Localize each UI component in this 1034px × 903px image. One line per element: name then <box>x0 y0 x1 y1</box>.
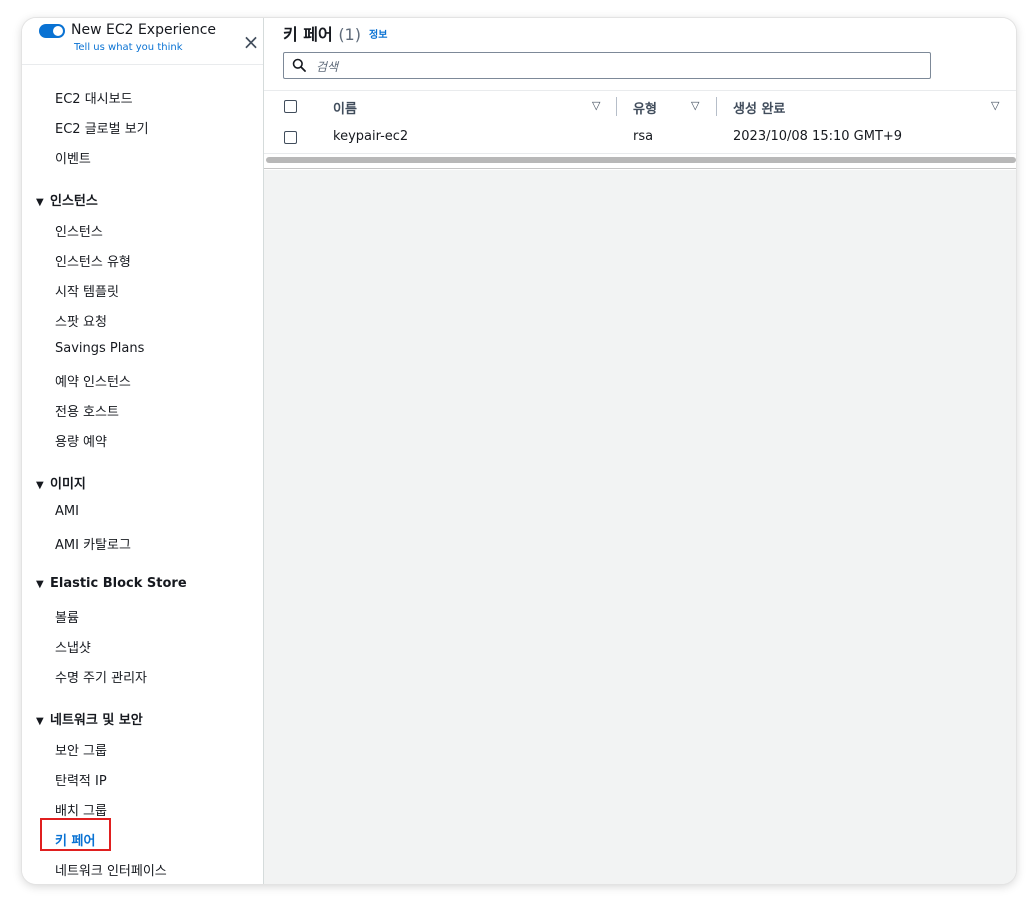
nav-item-ec2-dashboard[interactable]: EC2 대시보드 <box>55 88 133 107</box>
key-pairs-panel: 키 페어 (1) 정보 이름 ▽ 유형 ▽ 생성 완료 ▽ <box>264 18 1016 170</box>
nav-section-images[interactable]: ▼ 이미지 <box>36 473 86 492</box>
horizontal-scrollbar[interactable] <box>264 156 1016 164</box>
nav-item-snapshots[interactable]: 스냅샷 <box>55 637 91 656</box>
scrollbar-thumb[interactable] <box>266 157 1016 163</box>
sidebar: New EC2 Experience Tell us what you thin… <box>22 18 264 884</box>
column-header-type[interactable]: 유형 <box>633 98 657 117</box>
nav-section-network-security[interactable]: ▼ 네트워크 및 보안 <box>36 709 143 728</box>
toggle-icon[interactable] <box>39 24 65 38</box>
nav-section-instances[interactable]: ▼ 인스턴스 <box>36 190 98 209</box>
divider <box>22 64 263 65</box>
column-header-name[interactable]: 이름 <box>333 98 357 117</box>
nav-item-spot-requests[interactable]: 스팟 요청 <box>55 311 107 330</box>
nav-section-label: 인스턴스 <box>50 194 98 209</box>
cell-created: 2023/10/08 15:10 GMT+9 <box>733 129 903 144</box>
toggle-knob <box>53 26 63 36</box>
nav-item-instance-types[interactable]: 인스턴스 유형 <box>55 251 131 270</box>
page-title-text: 키 페어 <box>283 25 333 44</box>
nav-item-lifecycle-manager[interactable]: 수명 주기 관리자 <box>55 667 147 686</box>
nav-item-capacity-reservations[interactable]: 용량 예약 <box>55 431 107 450</box>
nav-item-ami-catalog[interactable]: AMI 카탈로그 <box>55 534 131 553</box>
nav-item-dedicated-hosts[interactable]: 전용 호스트 <box>55 401 119 420</box>
nav-section-label: 네트워크 및 보안 <box>50 713 143 728</box>
nav-item-ami[interactable]: AMI <box>55 504 79 519</box>
cell-name: keypair-ec2 <box>333 129 409 144</box>
select-all-checkbox[interactable] <box>284 100 297 113</box>
item-count: (1) <box>338 25 361 44</box>
nav-item-placement-groups[interactable]: 배치 그룹 <box>55 800 107 819</box>
sort-icon[interactable]: ▽ <box>691 99 699 112</box>
nav-item-instances[interactable]: 인스턴스 <box>55 221 103 240</box>
caret-down-icon: ▼ <box>36 716 44 727</box>
table-row[interactable]: keypair-ec2 rsa 2023/10/08 15:10 GMT+9 <box>264 122 1016 154</box>
new-experience-title: New EC2 Experience <box>71 22 217 38</box>
new-experience-toggle-row: New EC2 Experience Tell us what you thin… <box>39 22 259 64</box>
page-title: 키 페어 (1) <box>283 21 361 45</box>
nav-item-events[interactable]: 이벤트 <box>55 148 91 167</box>
highlight-box <box>40 818 111 851</box>
search-field[interactable] <box>283 52 931 79</box>
nav-section-ebs[interactable]: ▼ Elastic Block Store <box>36 576 187 591</box>
caret-down-icon: ▼ <box>36 579 44 590</box>
row-checkbox[interactable] <box>284 131 297 144</box>
nav-item-ec2-global-view[interactable]: EC2 글로벌 보기 <box>55 118 149 137</box>
search-input[interactable] <box>314 56 918 77</box>
main-content: 키 페어 (1) 정보 이름 ▽ 유형 ▽ 생성 완료 ▽ <box>264 18 1016 884</box>
close-icon[interactable]: × <box>239 30 263 54</box>
caret-down-icon: ▼ <box>36 480 44 491</box>
cell-type: rsa <box>633 129 654 144</box>
column-divider[interactable] <box>716 97 717 116</box>
nav-item-elastic-ips[interactable]: 탄력적 IP <box>55 770 107 789</box>
nav-item-savings-plans[interactable]: Savings Plans <box>55 341 144 356</box>
table-header: 이름 ▽ 유형 ▽ 생성 완료 ▽ <box>264 90 1016 123</box>
nav-section-label: Elastic Block Store <box>50 576 187 591</box>
search-icon <box>292 58 306 72</box>
nav-item-launch-templates[interactable]: 시작 템플릿 <box>55 281 119 300</box>
sort-icon[interactable]: ▽ <box>991 99 999 112</box>
divider <box>264 168 1016 169</box>
caret-down-icon: ▼ <box>36 197 44 208</box>
nav-item-reserved-instances[interactable]: 예약 인스턴스 <box>55 371 131 390</box>
sort-icon[interactable]: ▽ <box>592 99 600 112</box>
nav-section-label: 이미지 <box>50 477 86 492</box>
column-divider[interactable] <box>616 97 617 116</box>
info-link[interactable]: 정보 <box>369 26 387 41</box>
app-window: New EC2 Experience Tell us what you thin… <box>22 18 1016 884</box>
nav-item-network-interfaces[interactable]: 네트워크 인터페이스 <box>55 860 167 879</box>
column-header-created[interactable]: 생성 완료 <box>733 98 785 117</box>
feedback-link[interactable]: Tell us what you think <box>74 42 183 53</box>
nav-item-security-groups[interactable]: 보안 그룹 <box>55 740 107 759</box>
nav-item-volumes[interactable]: 볼륨 <box>55 607 79 626</box>
